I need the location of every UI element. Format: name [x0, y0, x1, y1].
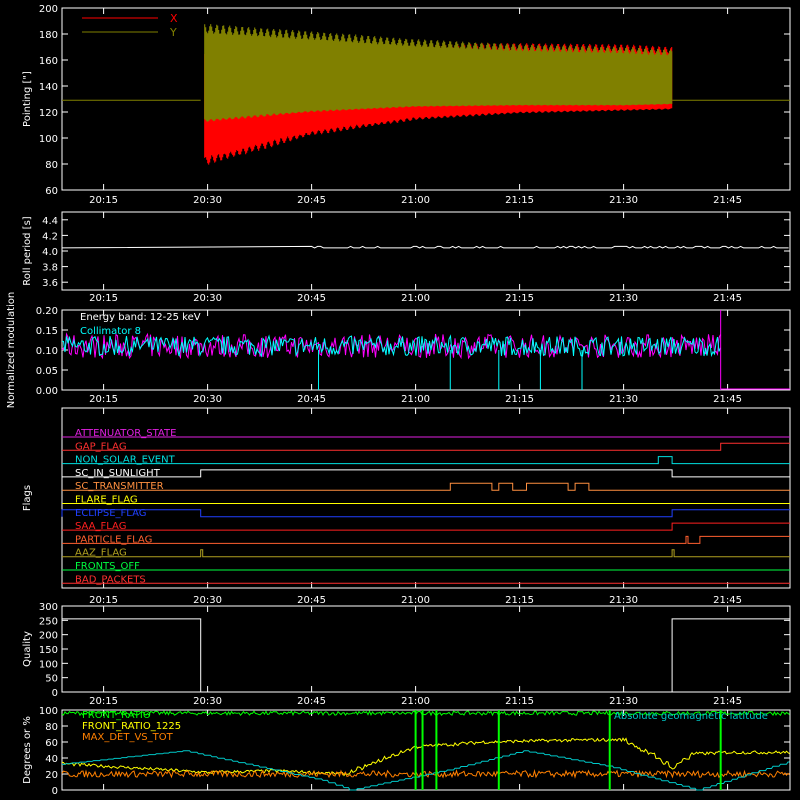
y-tick-label: 140 [39, 82, 58, 93]
x-tick-label: 20:30 [193, 195, 222, 206]
x-tick-label: 21:30 [609, 595, 638, 606]
x-tick-label: 21:00 [401, 293, 430, 304]
x-tick-label: 21:00 [401, 195, 430, 206]
y-tick-label: 3.6 [42, 278, 58, 289]
y-tick-label: 120 [39, 108, 58, 119]
x-tick-label: 21:45 [713, 394, 742, 405]
x-tick-label: 20:45 [297, 293, 326, 304]
legend-label: Absolute geomagnetic latitude [614, 711, 768, 722]
x-tick-label: 21:00 [401, 696, 430, 707]
y-tick-label: 150 [39, 645, 58, 656]
x-tick-label: 21:15 [505, 595, 534, 606]
y-tick-label: 4.4 [42, 216, 58, 227]
y-tick-label: 0.20 [36, 306, 58, 317]
x-tick-label: 20:45 [297, 394, 326, 405]
x-tick-label: 20:30 [193, 293, 222, 304]
y-axis-label: Normalized modulation [6, 292, 17, 409]
x-tick-label: 21:00 [401, 394, 430, 405]
legend-label: FRONT_RATIO_1225 [82, 721, 181, 732]
x-tick-label: 20:15 [89, 696, 118, 707]
x-tick-label: 21:30 [609, 696, 638, 707]
y-tick-label: 250 [39, 616, 58, 627]
y-tick-label: 4.2 [42, 231, 58, 242]
y-tick-label: 40 [45, 754, 58, 765]
y-tick-label: 0.15 [36, 326, 58, 337]
y-tick-label: 3.8 [42, 263, 58, 274]
x-tick-label: 20:45 [297, 696, 326, 707]
y-tick-label: 180 [39, 30, 58, 41]
y-axis-label: Roll period [s] [22, 216, 33, 285]
x-tick-label: 21:30 [609, 195, 638, 206]
y-tick-label: 60 [45, 738, 58, 749]
x-tick-label: 20:30 [193, 696, 222, 707]
y-tick-label: 0.05 [36, 366, 58, 377]
x-tick-label: 21:15 [505, 195, 534, 206]
y-axis-label: Pointing ["] [22, 71, 33, 127]
x-tick-label: 21:30 [609, 293, 638, 304]
y-tick-label: 200 [39, 4, 58, 15]
y-axis-label: Degrees or % [22, 716, 33, 784]
x-tick-label: 20:15 [89, 394, 118, 405]
x-tick-label: 21:30 [609, 394, 638, 405]
y-tick-label: 80 [45, 160, 58, 171]
legend-label: X [170, 12, 178, 25]
y-tick-label: 60 [45, 186, 58, 197]
y-tick-label: 100 [39, 134, 58, 145]
y-tick-label: 50 [45, 674, 58, 685]
x-tick-label: 20:15 [89, 595, 118, 606]
x-tick-label: 20:30 [193, 394, 222, 405]
y-tick-label: 300 [39, 602, 58, 613]
legend-label: FRONT_RATIO [82, 710, 151, 721]
x-tick-label: 21:15 [505, 394, 534, 405]
y-tick-label: 0 [52, 786, 58, 797]
legend-label: MAX_DET_VS_TOT [82, 732, 174, 743]
x-tick-label: 20:15 [89, 195, 118, 206]
y-tick-label: 100 [39, 659, 58, 670]
y-tick-label: 4.0 [42, 247, 58, 258]
quicklook-figure: 20:15 20:30 20:45 21:00 21:15 21:30 21:45 Point… [0, 0, 800, 800]
x-tick-label: 21:45 [713, 293, 742, 304]
x-tick-label: 21:15 [505, 696, 534, 707]
y-tick-label: 200 [39, 631, 58, 642]
x-tick-label: 20:45 [297, 595, 326, 606]
energy-band-label: Energy band: 12-25 keV [80, 312, 201, 323]
y-axis-label: Quality [22, 631, 33, 667]
x-tick-label: 21:45 [713, 195, 742, 206]
x-tick-label: 21:15 [505, 293, 534, 304]
x-tick-label: 21:45 [713, 595, 742, 606]
x-tick-label: 20:45 [297, 195, 326, 206]
legend-label: Y [169, 26, 177, 39]
x-tick-label: 21:00 [401, 595, 430, 606]
y-tick-label: 160 [39, 56, 58, 67]
y-tick-label: 20 [45, 770, 58, 781]
y-tick-label: 0 [52, 688, 58, 699]
y-axis-label: Flags [22, 485, 33, 511]
x-tick-label: 21:45 [713, 696, 742, 707]
y-tick-label: 0.10 [36, 346, 58, 357]
x-tick-label: 20:15 [89, 293, 118, 304]
y-tick-label: 80 [45, 722, 58, 733]
y-tick-label: 0.00 [36, 386, 58, 397]
collimator-label: Collimator 8 [80, 326, 141, 337]
x-tick-label: 20:30 [193, 595, 222, 606]
y-tick-label: 100 [39, 706, 58, 717]
